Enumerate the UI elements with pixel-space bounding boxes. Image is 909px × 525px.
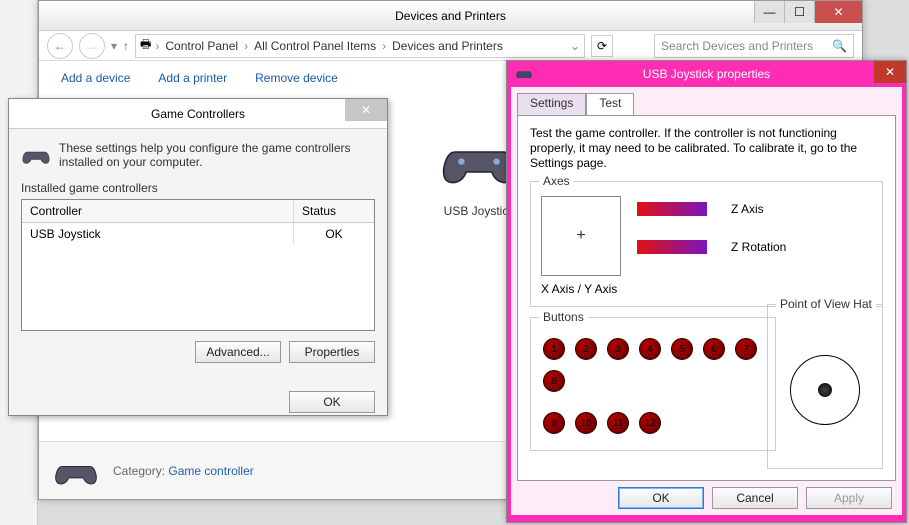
tabs: Settings Test (517, 93, 896, 115)
buttons-group: Buttons 123456789101112 (530, 317, 776, 451)
joystick-button-3: 3 (607, 338, 629, 360)
tab-test[interactable]: Test (586, 93, 634, 115)
joystick-button-2: 2 (575, 338, 597, 360)
cancel-button[interactable]: Cancel (712, 487, 798, 509)
ok-button[interactable]: OK (618, 487, 704, 509)
recent-locations-dropdown[interactable]: ▾ (111, 39, 117, 53)
back-button[interactable]: ← (47, 33, 73, 59)
breadcrumb-dropdown-icon[interactable]: ⌄ (570, 39, 580, 53)
gamepad-icon (515, 65, 533, 81)
row-controller: USB Joystick (22, 223, 294, 245)
pov-group: Point of View Hat (767, 304, 883, 469)
minimize-button[interactable]: — (754, 1, 784, 23)
game-controllers-titlebar: Game Controllers ✕ (9, 99, 387, 129)
forward-button[interactable]: → (79, 33, 105, 59)
game-controllers-dialog: Game Controllers ✕ These settings help y… (8, 98, 388, 416)
tab-page-test: Test the game controller. If the control… (517, 115, 896, 481)
pov-group-label: Point of View Hat (776, 297, 876, 311)
explorer-title: Devices and Printers (395, 9, 506, 23)
joystick-properties-dialog: USB Joystick properties ✕ Settings Test … (506, 60, 907, 523)
props-title: USB Joystick properties (507, 67, 906, 81)
joystick-button-6: 6 (703, 338, 725, 360)
col-controller[interactable]: Controller (22, 200, 294, 222)
xy-caption: X Axis / Y Axis (541, 282, 621, 296)
close-button[interactable]: ✕ (874, 61, 906, 83)
maximize-button[interactable]: ☐ (784, 1, 814, 23)
joystick-button-7: 7 (735, 338, 757, 360)
search-placeholder: Search Devices and Printers (661, 39, 813, 53)
row-status: OK (294, 223, 374, 245)
list-header: Controller Status (22, 200, 374, 223)
instructions-text: Test the game controller. If the control… (530, 126, 883, 171)
col-status[interactable]: Status (294, 200, 374, 222)
pov-dot (818, 383, 832, 397)
properties-button[interactable]: Properties (289, 341, 375, 363)
gamepad-icon (53, 451, 99, 491)
detail-category-label: Category: (113, 464, 165, 478)
ok-button[interactable]: OK (289, 391, 375, 413)
props-titlebar: USB Joystick properties ✕ (507, 61, 906, 87)
close-button[interactable]: ✕ (814, 1, 862, 23)
joystick-button-11: 11 (607, 412, 629, 434)
joystick-button-4: 4 (639, 338, 661, 360)
crumb-devices-printers[interactable]: Devices and Printers (390, 39, 505, 53)
refresh-button[interactable]: ⟳ (591, 35, 613, 57)
crumb-control-panel[interactable]: Control Panel (163, 39, 240, 53)
axes-group-label: Axes (539, 174, 574, 188)
up-button[interactable]: ↑ (123, 39, 129, 53)
buttons-group-label: Buttons (539, 310, 588, 324)
list-row[interactable]: USB Joystick OK (22, 223, 374, 245)
add-device-link[interactable]: Add a device (61, 71, 130, 85)
remove-device-link[interactable]: Remove device (255, 71, 338, 85)
joystick-button-8: 8 (543, 370, 565, 392)
z-rotation-bar (637, 240, 707, 254)
search-icon: 🔍 (832, 39, 847, 53)
explorer-navbar: ← → ▾ ↑ 🖶 › Control Panel › All Control … (39, 31, 862, 61)
intro-text: These settings help you configure the ga… (59, 141, 375, 169)
controllers-list[interactable]: Controller Status USB Joystick OK (21, 199, 375, 331)
crumb-all-items[interactable]: All Control Panel Items (252, 39, 378, 53)
xy-axis-box: + (541, 196, 621, 276)
joystick-button-10: 10 (575, 412, 597, 434)
installed-label: Installed game controllers (21, 181, 375, 195)
z-axis-label: Z Axis (731, 202, 764, 216)
game-controllers-title: Game Controllers (151, 107, 245, 121)
gamepad-icon (21, 141, 51, 169)
add-printer-link[interactable]: Add a printer (158, 71, 227, 85)
joystick-button-9: 9 (543, 412, 565, 434)
z-axis-bar (637, 202, 707, 216)
tab-settings[interactable]: Settings (517, 93, 586, 115)
axes-group: Axes + X Axis / Y Axis Z Axis Z Rotat (530, 181, 883, 307)
pov-hat-indicator (790, 355, 860, 425)
apply-button[interactable]: Apply (806, 487, 892, 509)
joystick-button-12: 12 (639, 412, 661, 434)
detail-category-value[interactable]: Game controller (168, 464, 253, 478)
advanced-button[interactable]: Advanced... (195, 341, 281, 363)
z-rotation-label: Z Rotation (731, 240, 786, 254)
breadcrumb[interactable]: 🖶 › Control Panel › All Control Panel It… (135, 34, 585, 58)
joystick-button-1: 1 (543, 338, 565, 360)
explorer-titlebar: Devices and Printers — ☐ ✕ (39, 1, 862, 31)
close-button[interactable]: ✕ (345, 99, 387, 121)
joystick-button-5: 5 (671, 338, 693, 360)
search-input[interactable]: Search Devices and Printers 🔍 (654, 34, 854, 58)
folder-icon: 🖶 (140, 35, 151, 56)
